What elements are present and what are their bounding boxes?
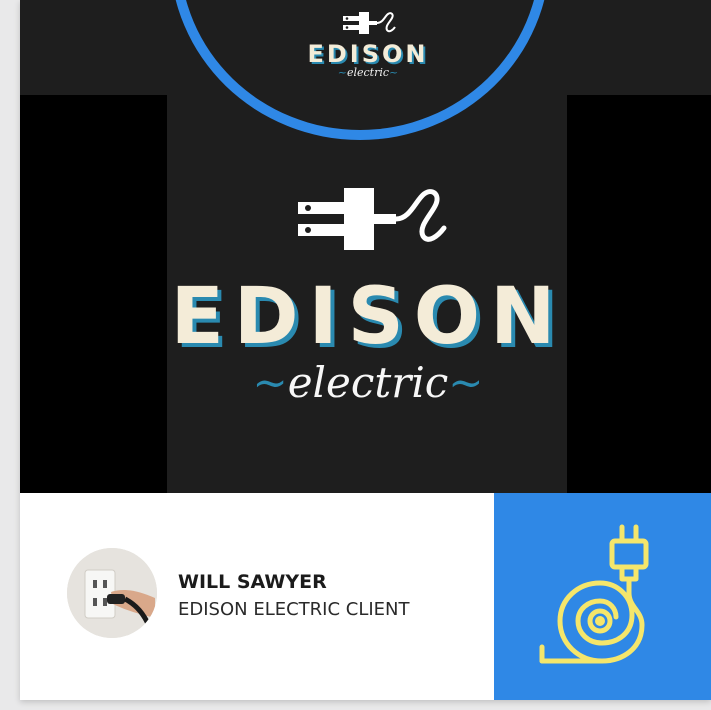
- testimonial-card: EDISON ~electric~ EDISON ~electric~ WILL…: [20, 0, 711, 700]
- plug-icon: [298, 188, 447, 250]
- small-brand-name: EDISON: [307, 40, 429, 68]
- big-tagline-text: electric: [287, 358, 449, 407]
- client-role: EDISON ELECTRIC CLIENT: [178, 599, 410, 620]
- big-brand-name: EDISON: [170, 272, 566, 362]
- big-brand-tagline: ~electric~: [252, 358, 484, 407]
- client-info: WILL SAWYER EDISON ELECTRIC CLIENT: [20, 493, 494, 700]
- small-logo: EDISON ~electric~: [288, 8, 448, 79]
- big-logo: EDISON ~electric~: [170, 178, 566, 407]
- small-tagline-text: electric: [346, 66, 390, 79]
- client-name: WILL SAWYER: [178, 571, 327, 593]
- avatar: [67, 548, 157, 638]
- side-panel-right: [567, 95, 711, 493]
- hand-plugging-outlet-photo: [67, 548, 157, 638]
- cable-icon-panel: [494, 493, 711, 700]
- cable-plug-icon: [539, 524, 649, 664]
- plug-icon: [343, 12, 396, 34]
- side-panel-left: [20, 95, 167, 493]
- logo-hero: EDISON ~electric~ EDISON ~electric~: [20, 0, 711, 493]
